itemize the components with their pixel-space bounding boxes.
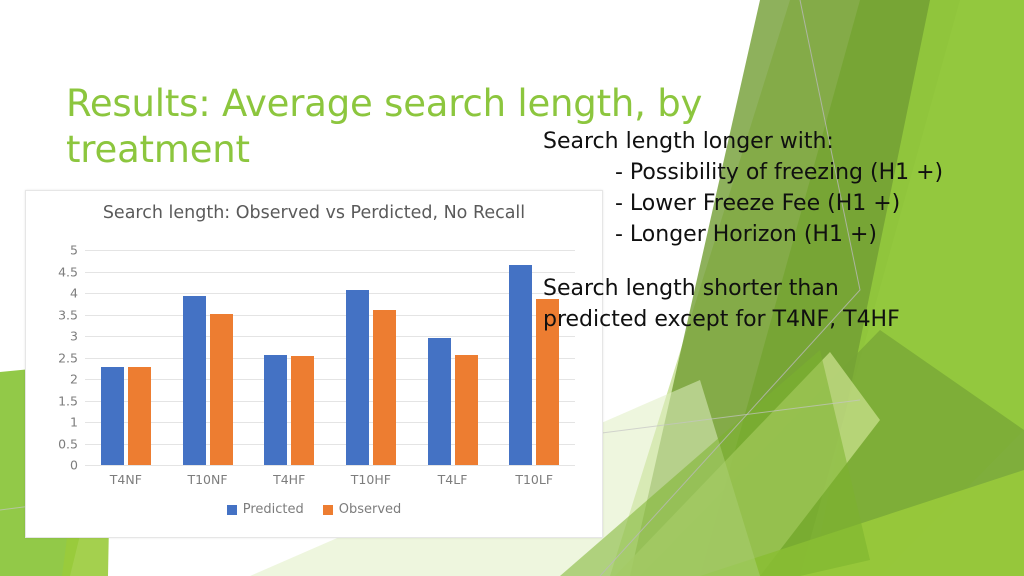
finding-bullet-1: - Possibility of freezing (H1 +) xyxy=(615,160,944,185)
x-axis-tick-label: T4NF xyxy=(109,472,142,487)
legend-item-predicted[interactable]: Predicted xyxy=(226,502,304,517)
y-axis-tick-label: 4.5 xyxy=(58,264,78,279)
y-axis-tick-label: 5 xyxy=(70,242,78,258)
bar-group xyxy=(412,250,494,465)
x-axis-tick-label: T10NF xyxy=(187,472,228,487)
bar-predicted-t10hf[interactable] xyxy=(345,290,369,465)
text-spacer xyxy=(543,250,1013,273)
y-axis-tick-label: 0.5 xyxy=(58,436,78,451)
deco-shape-11 xyxy=(560,350,870,576)
bar-group xyxy=(167,250,249,465)
bar-group xyxy=(330,250,412,465)
deco-shape-7 xyxy=(640,330,1024,576)
bar-chart: Search length: Observed vs Perdicted, No… xyxy=(25,190,603,538)
bar-predicted-t10nf[interactable] xyxy=(182,296,206,465)
y-axis-tick-label: 4 xyxy=(70,285,78,301)
chart-bars xyxy=(85,250,575,465)
x-axis-tick-label: T10HF xyxy=(350,472,391,487)
legend-swatch xyxy=(226,504,237,515)
legend-swatch xyxy=(322,504,333,515)
x-axis-tick-label: T4LF xyxy=(437,472,468,487)
bar-observed-t4lf[interactable] xyxy=(454,354,478,465)
gridline xyxy=(85,465,575,466)
bar-observed-t10nf[interactable] xyxy=(209,313,233,465)
bar-observed-t4hf[interactable] xyxy=(291,356,315,465)
legend-item-observed[interactable]: Observed xyxy=(322,502,402,517)
finding-bullet-2: - Lower Freeze Fee (H1 +) xyxy=(615,191,901,216)
findings-heading: Search length longer with: xyxy=(543,129,834,154)
x-axis-tick-label: T4HF xyxy=(273,472,306,487)
finding-bullet-3: - Longer Horizon (H1 +) xyxy=(615,222,877,247)
bar-predicted-t4hf[interactable] xyxy=(264,354,288,465)
deco-shape-8 xyxy=(615,352,880,576)
y-axis-tick-label: 0 xyxy=(70,457,78,473)
legend-label: Observed xyxy=(338,502,402,517)
y-axis-tick-label: 2 xyxy=(70,371,78,387)
y-axis-tick-label: 1.5 xyxy=(58,393,78,408)
y-axis-tick-label: 1 xyxy=(70,414,78,430)
y-axis-tick-label: 3 xyxy=(70,328,78,344)
bar-observed-t10hf[interactable] xyxy=(372,310,396,465)
bar-predicted-t4nf[interactable] xyxy=(100,367,124,465)
bar-predicted-t10lf[interactable] xyxy=(509,265,533,465)
bar-predicted-t4lf[interactable] xyxy=(427,338,451,465)
legend-label: Predicted xyxy=(242,502,304,517)
chart-legend: Predicted Observed xyxy=(26,502,602,517)
x-axis-tick-label: T10LF xyxy=(515,472,554,487)
y-axis-tick-label: 3.5 xyxy=(58,307,78,322)
bar-group xyxy=(248,250,330,465)
deco-shape-9 xyxy=(700,470,1024,576)
findings-text-block: Search length longer with: - Possibility… xyxy=(543,126,1013,335)
chart-x-axis-labels: T4NF T10NF T4HF T10HF T4LF T10LF xyxy=(85,472,575,487)
bar-observed-t4nf[interactable] xyxy=(127,367,151,465)
findings-paragraph: Search length shorter than predicted exc… xyxy=(543,276,900,332)
bar-group xyxy=(85,250,167,465)
chart-plot-area: 0 0.5 1 1.5 2 2.5 3 3.5 4 4.5 5 xyxy=(58,243,575,473)
y-axis-tick-label: 2.5 xyxy=(58,350,78,365)
chart-title: Search length: Observed vs Perdicted, No… xyxy=(102,203,526,223)
